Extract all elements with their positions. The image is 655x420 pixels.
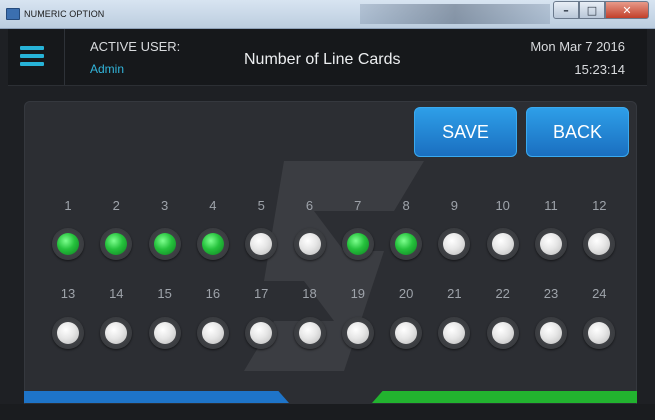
line-card-toggle[interactable] (52, 228, 84, 260)
line-card-toggle[interactable] (100, 317, 133, 349)
line-card-indicator (153, 322, 176, 344)
line-card-toggle[interactable] (583, 228, 616, 260)
line-card-label: 9 (450, 198, 458, 213)
line-card-indicator (346, 233, 369, 255)
active-user-name: Admin (90, 62, 125, 76)
line-card-toggle[interactable] (390, 317, 423, 349)
line-card-indicator (250, 233, 273, 255)
line-card-toggle[interactable] (341, 228, 374, 260)
line-card-indicator (443, 233, 466, 255)
line-card-label: 10 (495, 198, 510, 213)
line-card-indicator (540, 233, 562, 255)
line-card-label: 19 (350, 286, 366, 301)
line-card-toggle[interactable] (100, 228, 133, 260)
line-card-label: 17 (253, 286, 269, 301)
line-card-label: 23 (543, 286, 559, 301)
line-card-indicator (395, 233, 418, 255)
line-card-indicator (250, 322, 273, 344)
line-card-label: 6 (305, 198, 314, 213)
line-card-indicator (346, 322, 369, 344)
line-card-indicator (395, 322, 418, 344)
line-card-indicator (153, 233, 176, 255)
status-bar-left (24, 391, 289, 403)
title-bar: NUMERIC OPTION – □ ✕ (0, 0, 655, 29)
line-card-indicator (540, 322, 562, 344)
line-card-label: 2 (112, 198, 120, 213)
line-card-toggle[interactable] (52, 317, 84, 349)
line-card-label: 14 (109, 286, 124, 301)
footer-strip (0, 404, 655, 420)
line-card-indicator (588, 322, 611, 344)
line-card-indicator (588, 233, 611, 255)
logo-watermark (244, 161, 424, 371)
line-card-label: 12 (592, 198, 607, 213)
line-card-toggle[interactable] (535, 228, 567, 260)
window-controls: – □ ✕ (553, 1, 649, 19)
line-cards-panel: SAVE BACK 1 2 3 4 5 6 7 8 9 10 11 12 13 14 15 16 17 18 19 2… (24, 101, 637, 411)
page-title: Number of Line Cards (244, 51, 401, 68)
app-window: NUMERIC OPTION – □ ✕ ACTIVE USER: Admin … (0, 0, 655, 420)
back-button[interactable]: BACK (526, 107, 629, 157)
line-card-toggle[interactable] (293, 228, 326, 260)
header-divider (64, 29, 65, 85)
active-user-label: ACTIVE USER: (90, 39, 181, 54)
line-card-label: 18 (302, 286, 317, 301)
line-card-label: 16 (205, 286, 221, 301)
line-card-toggle[interactable] (245, 228, 278, 260)
line-card-toggle[interactable] (293, 317, 326, 349)
line-card-label: 20 (398, 286, 414, 301)
app-icon (6, 8, 20, 20)
line-card-indicator (105, 233, 128, 255)
save-button[interactable]: SAVE (414, 107, 517, 157)
line-card-label: 15 (157, 286, 172, 301)
line-card-label: 3 (160, 198, 169, 213)
line-card-label: 4 (209, 198, 217, 213)
line-card-toggle[interactable] (148, 228, 181, 260)
line-card-label: 11 (544, 198, 558, 213)
line-card-indicator (298, 322, 321, 344)
maximize-button[interactable]: □ (579, 1, 605, 19)
line-card-label: 5 (257, 198, 265, 213)
status-bar-right (372, 391, 637, 403)
line-card-label: 24 (592, 286, 607, 301)
close-button[interactable]: ✕ (605, 1, 649, 19)
line-card-toggle[interactable] (486, 228, 519, 260)
line-card-indicator (491, 322, 514, 344)
line-card-indicator (57, 322, 79, 344)
line-card-label: 7 (354, 198, 362, 213)
line-card-label: 22 (495, 286, 510, 301)
line-card-label: 21 (447, 286, 462, 301)
hamburger-icon[interactable] (20, 46, 44, 68)
minimize-button[interactable]: – (553, 1, 579, 19)
line-card-indicator (105, 322, 128, 344)
line-card-toggle[interactable] (438, 317, 471, 349)
line-card-toggle[interactable] (583, 317, 616, 349)
line-card-label: 8 (402, 198, 410, 213)
line-card-indicator (201, 322, 224, 344)
date-display: Mon Mar 7 2016 (530, 39, 625, 54)
line-card-toggle[interactable] (196, 228, 229, 260)
line-card-indicator (57, 233, 79, 255)
line-card-toggle[interactable] (486, 317, 519, 349)
time-display: 15:23:14 (574, 62, 625, 77)
line-card-toggle[interactable] (535, 317, 567, 349)
line-card-toggle[interactable] (390, 228, 423, 260)
line-card-toggle[interactable] (341, 317, 374, 349)
line-card-label: 13 (60, 286, 76, 301)
line-card-indicator (201, 233, 224, 255)
line-card-toggle[interactable] (245, 317, 278, 349)
title-bar-background (360, 4, 550, 24)
line-card-indicator (491, 233, 514, 255)
line-card-indicator (298, 233, 321, 255)
window-title: NUMERIC OPTION (24, 9, 105, 19)
app-header: ACTIVE USER: Admin Number of Line Cards … (8, 29, 647, 86)
line-card-toggle[interactable] (148, 317, 181, 349)
line-card-toggle[interactable] (438, 228, 471, 260)
line-card-toggle[interactable] (196, 317, 229, 349)
line-card-label: 1 (64, 198, 72, 213)
line-card-indicator (443, 322, 466, 344)
